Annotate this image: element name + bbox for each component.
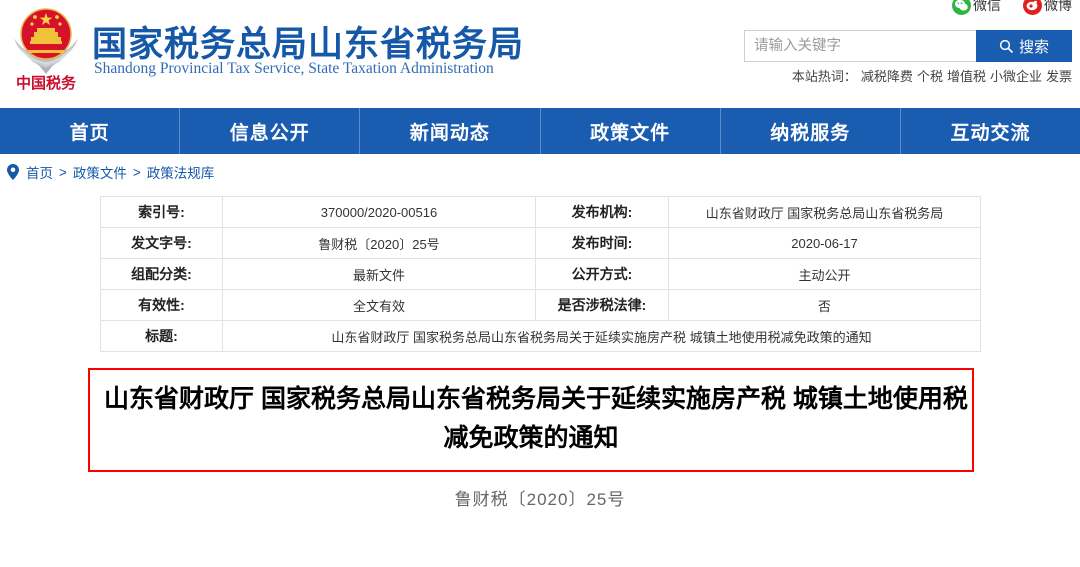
cell-value-disclosure: 主动公开: [668, 258, 981, 290]
nav-label: 互动交流: [950, 122, 1031, 144]
nav-label: 信息公开: [229, 122, 310, 144]
wechat-link[interactable]: 微信: [952, 0, 1001, 15]
main-navigation: 首页 信息公开 新闻动态 政策文件 纳税服务 互动交流: [0, 108, 1080, 154]
breadcrumb-item-home[interactable]: 首页: [26, 162, 53, 182]
hotword-item[interactable]: 增值税: [947, 69, 986, 84]
cell-label-index-number: 索引号:: [100, 196, 223, 228]
cell-value-doc-number: 鲁财税〔2020〕25号: [222, 227, 536, 259]
document-info-table: 索引号: 370000/2020-00516 发布机构: 山东省财政厅 国家税务…: [100, 196, 981, 352]
weibo-link[interactable]: 微博: [1023, 0, 1072, 15]
table-row: 索引号: 370000/2020-00516 发布机构: 山东省财政厅 国家税务…: [100, 196, 981, 228]
hotword-item[interactable]: 小微企业: [990, 69, 1042, 84]
emblem-badge-icon: [14, 8, 78, 74]
emblem-label: 中国税务: [15, 74, 76, 92]
nav-item-interact[interactable]: 互动交流: [901, 108, 1080, 154]
nav-item-home[interactable]: 首页: [0, 108, 181, 154]
site-subtitle: Shandong Provincial Tax Service, State T…: [94, 60, 494, 77]
document-title-line-1: 山东省财政厅 国家税务总局山东省税务局关于延续实施房产税 城镇土地使用税: [104, 385, 968, 413]
table-row: 发文字号: 鲁财税〔2020〕25号 发布时间: 2020-06-17: [100, 227, 981, 259]
hotwords-bar: 本站热词： 减税降费 个税 增值税 小微企业 发票: [792, 66, 1072, 85]
nav-item-info-open[interactable]: 信息公开: [180, 108, 361, 154]
cell-value-validity: 全文有效: [222, 289, 536, 321]
document-info-section: 索引号: 370000/2020-00516 发布机构: 山东省财政厅 国家税务…: [0, 190, 1080, 352]
nav-item-service[interactable]: 纳税服务: [721, 108, 901, 154]
nav-item-policy[interactable]: 政策文件: [541, 108, 721, 154]
document-title-box: 山东省财政厅 国家税务总局山东省税务局关于延续实施房产税 城镇土地使用税 减免政…: [88, 368, 974, 472]
cell-label-disclosure: 公开方式:: [535, 258, 669, 290]
cell-label-publish-date: 发布时间:: [535, 227, 669, 259]
breadcrumb-separator: >: [132, 164, 141, 180]
cell-value-category: 最新文件: [222, 258, 536, 290]
cell-label-title: 标题:: [100, 320, 223, 352]
hotword-item[interactable]: 发票: [1046, 69, 1072, 84]
china-taxation-emblem: 中国税务: [8, 4, 84, 102]
cell-label-tax-law: 是否涉税法律:: [535, 289, 669, 321]
search-box: 搜索: [744, 30, 1072, 62]
site-header: 中国税务 国家税务总局山东省税务局 Shandong Provincial Ta…: [0, 0, 1080, 108]
breadcrumb-separator: >: [59, 164, 67, 180]
cell-value-title: 山东省财政厅 国家税务总局山东省税务局关于延续实施房产税 城镇土地使用税减免政策…: [222, 320, 981, 352]
weibo-icon: [1023, 0, 1042, 15]
table-row: 有效性: 全文有效 是否涉税法律: 否: [100, 289, 981, 321]
nav-label: 首页: [69, 122, 110, 144]
document-title-line-2: 减免政策的通知: [443, 424, 619, 452]
cell-value-index-number: 370000/2020-00516: [222, 196, 536, 228]
wechat-label: 微信: [973, 0, 1001, 13]
search-button[interactable]: 搜索: [976, 30, 1072, 62]
social-links: 微信 微博: [952, 0, 1072, 15]
cell-value-issuing-agency: 山东省财政厅 国家税务总局山东省税务局: [668, 196, 981, 228]
table-row: 组配分类: 最新文件 公开方式: 主动公开: [100, 258, 981, 290]
search-input[interactable]: [744, 30, 976, 62]
search-button-label: 搜索: [1018, 38, 1049, 56]
hotword-item[interactable]: 减税降费: [861, 69, 913, 84]
breadcrumb-item-policy[interactable]: 政策文件: [73, 162, 127, 182]
cell-label-issuing-agency: 发布机构:: [535, 196, 669, 228]
breadcrumb: 首页 > 政策文件 > 政策法规库: [0, 154, 1080, 190]
cell-label-validity: 有效性:: [100, 289, 223, 321]
search-icon: [999, 39, 1014, 53]
breadcrumb-item-policy-library[interactable]: 政策法规库: [147, 162, 215, 182]
document-number: 鲁财税〔2020〕25号: [454, 490, 626, 509]
weibo-label: 微博: [1044, 0, 1072, 13]
cell-value-publish-date: 2020-06-17: [668, 227, 981, 259]
nav-label: 纳税服务: [770, 122, 851, 144]
cell-label-doc-number: 发文字号:: [100, 227, 223, 259]
table-row: 标题: 山东省财政厅 国家税务总局山东省税务局关于延续实施房产税 城镇土地使用税…: [100, 320, 981, 352]
nav-label: 新闻动态: [409, 122, 490, 144]
hotwords-label: 本站热词：: [791, 69, 857, 84]
cell-value-tax-law: 否: [668, 289, 981, 321]
nav-item-news[interactable]: 新闻动态: [360, 108, 541, 154]
nav-label: 政策文件: [590, 122, 671, 144]
cell-label-category: 组配分类:: [100, 258, 223, 290]
location-pin-icon: [7, 164, 19, 180]
hotword-item[interactable]: 个税: [917, 69, 943, 84]
wechat-icon: [952, 0, 971, 15]
